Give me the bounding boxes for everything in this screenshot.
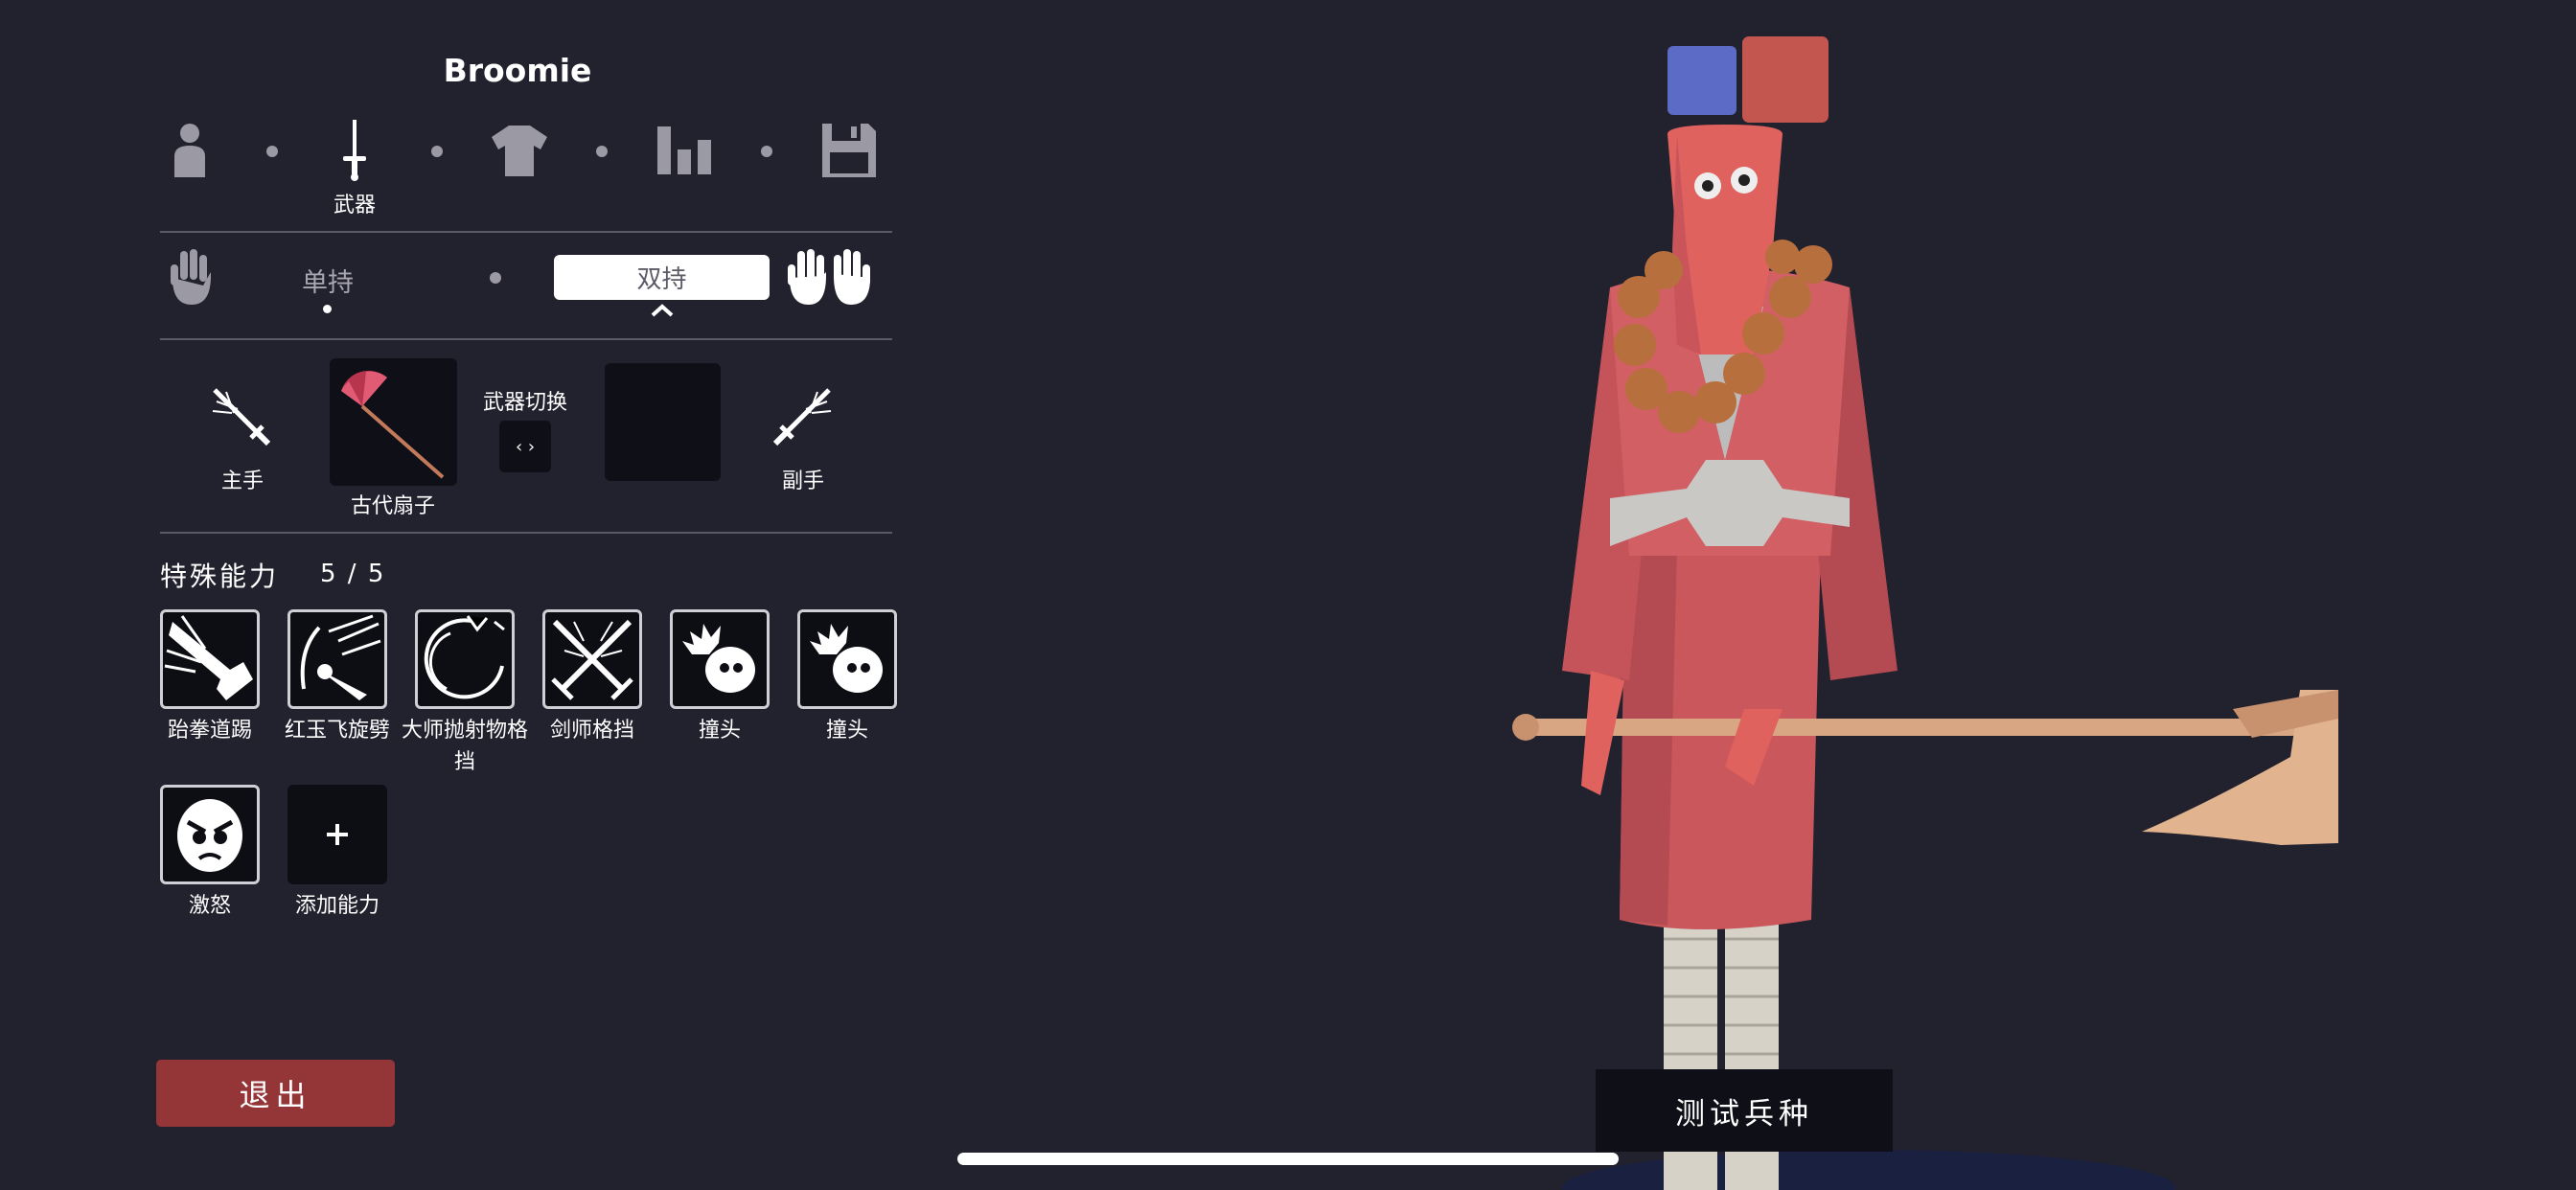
step-separator-dot [596,146,608,157]
save-icon[interactable] [816,117,883,184]
ability-headbutt[interactable] [670,609,770,709]
test-unit-label: 测试兵种 [1675,1096,1813,1132]
abilities-heading: 特殊能力 [160,561,280,592]
ability-label: 大师抛射物格挡 [401,719,528,774]
divider [160,231,892,233]
main-hand-label: 主手 [220,469,264,493]
plus-icon [327,824,348,845]
ability-master-projectile-block[interactable] [415,609,515,709]
two-hands-icon[interactable] [778,245,882,309]
ability-enrage[interactable] [160,785,260,884]
single-grip-indicator-dot [323,305,332,313]
unit-name-title: Broomie [443,52,592,89]
grip-dual-label: 双持 [636,265,687,294]
test-unit-button[interactable]: 测试兵种 [1596,1069,1893,1152]
ability-swordmaster-parry[interactable] [542,609,642,709]
grip-separator-dot [490,272,501,284]
unit-preview-model [1512,125,2338,1190]
home-indicator[interactable] [957,1153,1619,1165]
sword-icon[interactable] [321,117,388,184]
headbutt-icon [682,624,755,693]
exit-label: 退出 [239,1077,312,1113]
kick-icon [164,615,253,700]
single-hand-icon[interactable] [163,245,218,309]
main-weapon-slot[interactable] [330,358,457,486]
ability-label: 添加能力 [294,894,380,918]
ability-label: 剑师格挡 [549,719,634,743]
step-weapon-label: 武器 [333,194,376,217]
ability-label: 撞头 [825,719,868,743]
ability-label: 跆拳道踢 [167,719,252,743]
stats-icon[interactable] [651,117,718,184]
ability-label: 撞头 [698,719,741,743]
step-separator-dot [761,146,772,157]
projectile-block-icon [424,615,505,699]
weapon-switch-button[interactable]: ‹ › [499,421,551,472]
ability-jade-spin-slash[interactable] [288,609,387,709]
off-hand-weapon-slot[interactable] [605,363,721,481]
ability-label: 激怒 [188,894,231,918]
off-hand-sword-icon [769,381,838,450]
divider [160,338,892,340]
person-icon[interactable] [156,117,223,184]
exit-button[interactable]: 退出 [156,1060,395,1127]
headbutt-icon [810,624,883,693]
ability-label: 红玉飞旋劈 [284,719,390,743]
ability-taekwondo-kick[interactable] [160,609,260,709]
spin-slash-icon [300,614,381,700]
shirt-icon[interactable] [486,117,553,184]
ancient-fan-icon [341,370,445,479]
ability-headbutt[interactable] [797,609,897,709]
crossed-swords-icon [551,619,633,700]
switch-arrows-icon: ‹ › [515,436,536,457]
main-hand-sword-icon [206,381,275,450]
angry-face-icon [177,799,242,872]
add-ability-button[interactable] [288,785,387,884]
main-weapon-name: 古代扇子 [350,494,435,518]
weapon-switch-label: 武器切换 [482,391,567,415]
step-separator-dot [266,146,278,157]
chevron-up-icon [650,303,675,318]
off-hand-label: 副手 [781,469,824,493]
divider [160,532,892,534]
step-separator-dot [431,146,443,157]
grip-dual-button[interactable]: 双持 [554,255,770,300]
grip-single-label[interactable]: 单持 [270,262,385,299]
abilities-count: 5 / 5 [320,560,386,588]
